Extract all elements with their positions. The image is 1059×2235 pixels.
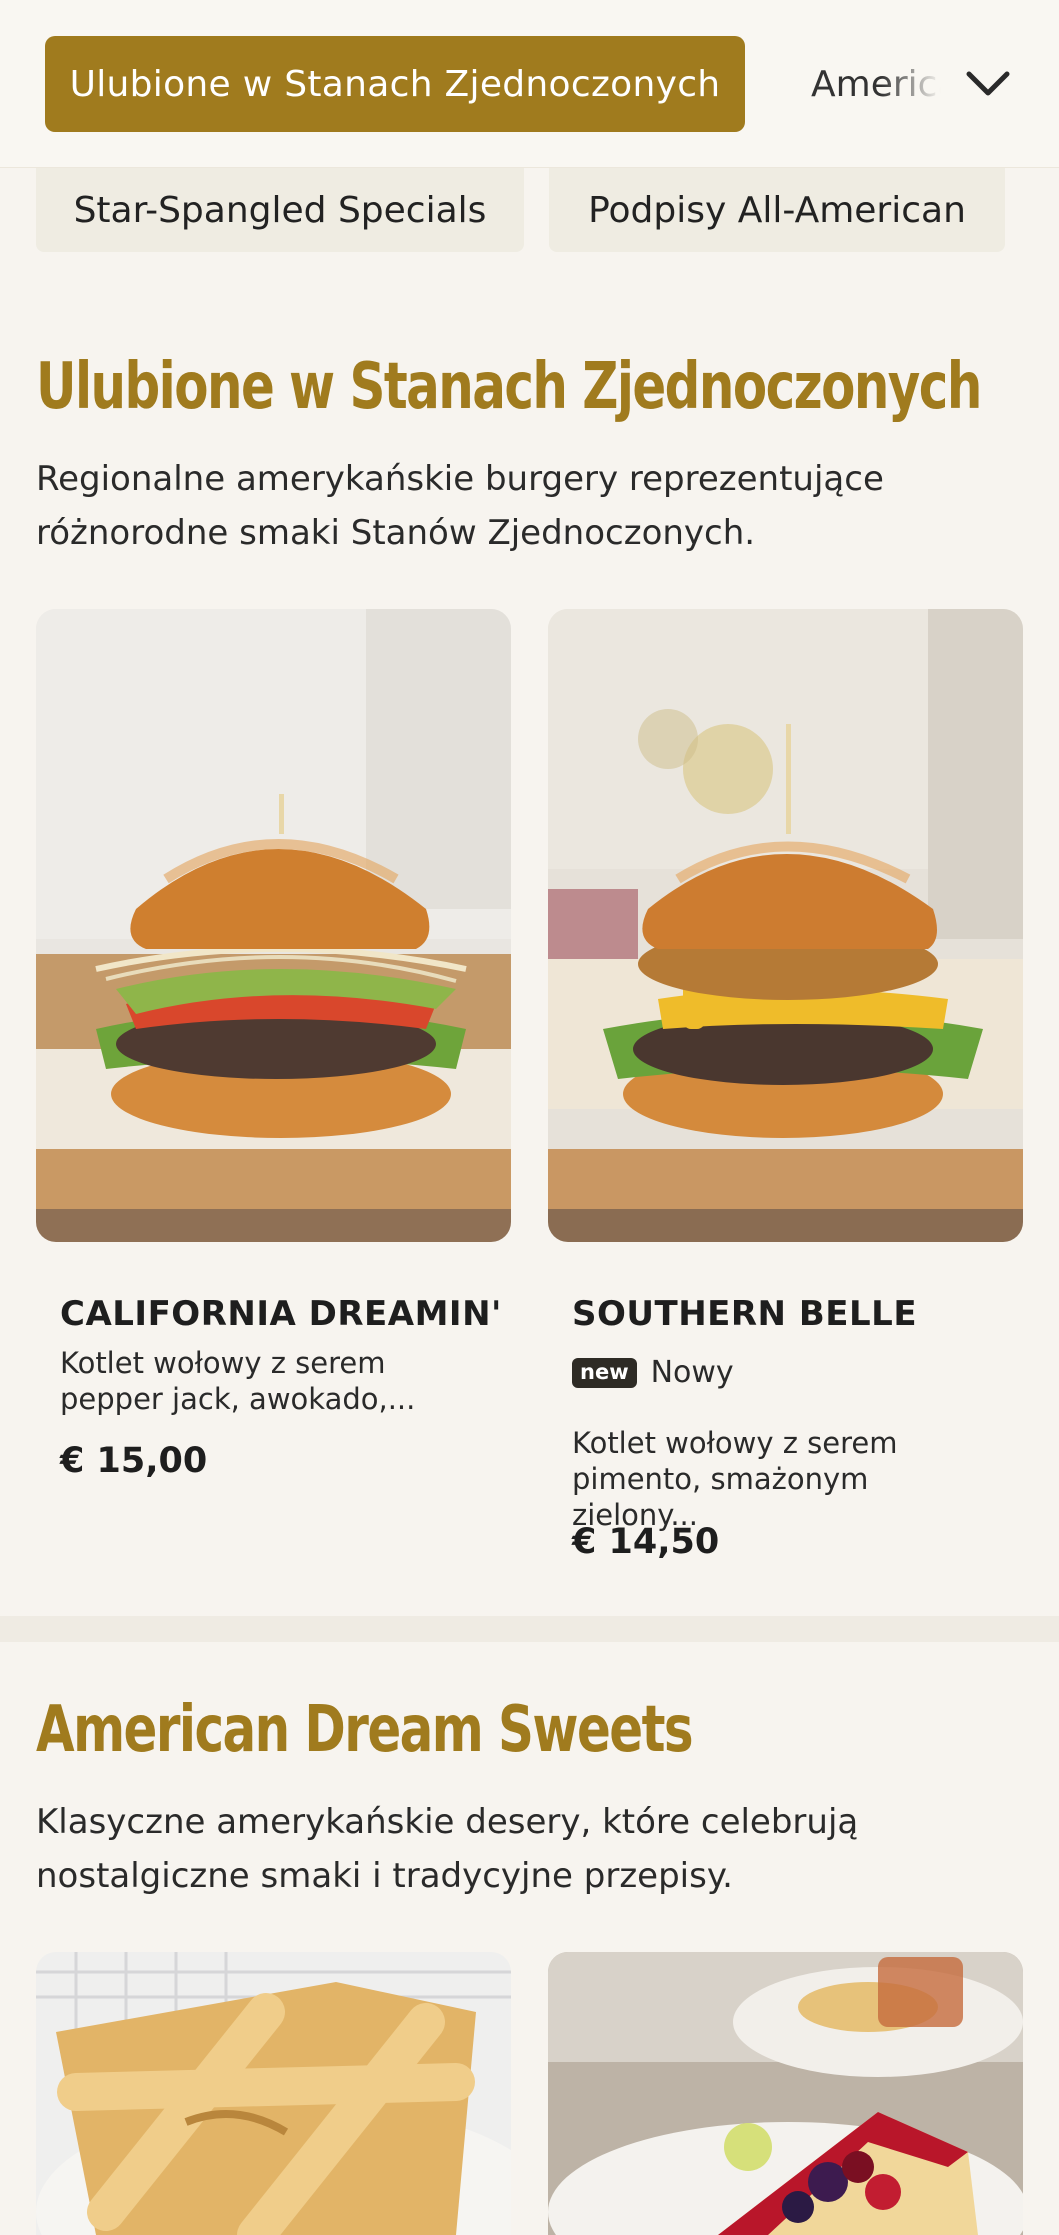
- menu-item-image[interactable]: [36, 609, 511, 1242]
- new-badge-row: new Nowy: [572, 1355, 734, 1390]
- menu-item-title[interactable]: SOUTHERN BELLE: [572, 1294, 917, 1334]
- menu-item-image[interactable]: [36, 1952, 511, 2235]
- section-description: Regionalne amerykańskie burgery reprezen…: [36, 459, 884, 553]
- burger-fried-green-tomato-icon: [548, 609, 1023, 1242]
- section-divider: [0, 1616, 1059, 1642]
- burger-sprouts-avocado-icon: [36, 609, 511, 1242]
- menu-item-description: Kotlet wołowy z serem pimento, smażonym …: [572, 1426, 898, 1532]
- section-title: Ulubione w Stanach Zjednoczonych: [36, 350, 982, 424]
- menu-item-description: Kotlet wołowy z serem pepper jack, awoka…: [60, 1346, 416, 1416]
- category-chip-all-american[interactable]: Podpisy All-American: [549, 168, 1005, 252]
- section-description: Klasyczne amerykańskie desery, które cel…: [36, 1802, 859, 1896]
- new-badge: new: [572, 1357, 637, 1388]
- new-badge-label: Nowy: [650, 1355, 734, 1390]
- cheesecake-berries-icon: [548, 1952, 1023, 2235]
- menu-item-price: € 14,50: [572, 1522, 720, 1562]
- section-title: American Dream Sweets: [36, 1693, 694, 1767]
- apple-pie-slice-icon: [36, 1952, 511, 2235]
- category-tab-active[interactable]: Ulubione w Stanach Zjednoczonych: [45, 36, 745, 132]
- category-tab-next[interactable]: American Dream Sweets: [811, 56, 941, 112]
- menu-item-image[interactable]: [548, 1952, 1023, 2235]
- menu-item-title[interactable]: CALIFORNIA DREAMIN': [60, 1294, 502, 1334]
- menu-item-image[interactable]: [548, 609, 1023, 1242]
- category-chip-star-spangled[interactable]: Star-Spangled Specials: [36, 168, 524, 252]
- menu-item-price: € 15,00: [60, 1441, 208, 1481]
- category-nav: Ulubione w Stanach Zjednoczonych America…: [0, 0, 1059, 168]
- chevron-down-icon[interactable]: [960, 56, 1016, 112]
